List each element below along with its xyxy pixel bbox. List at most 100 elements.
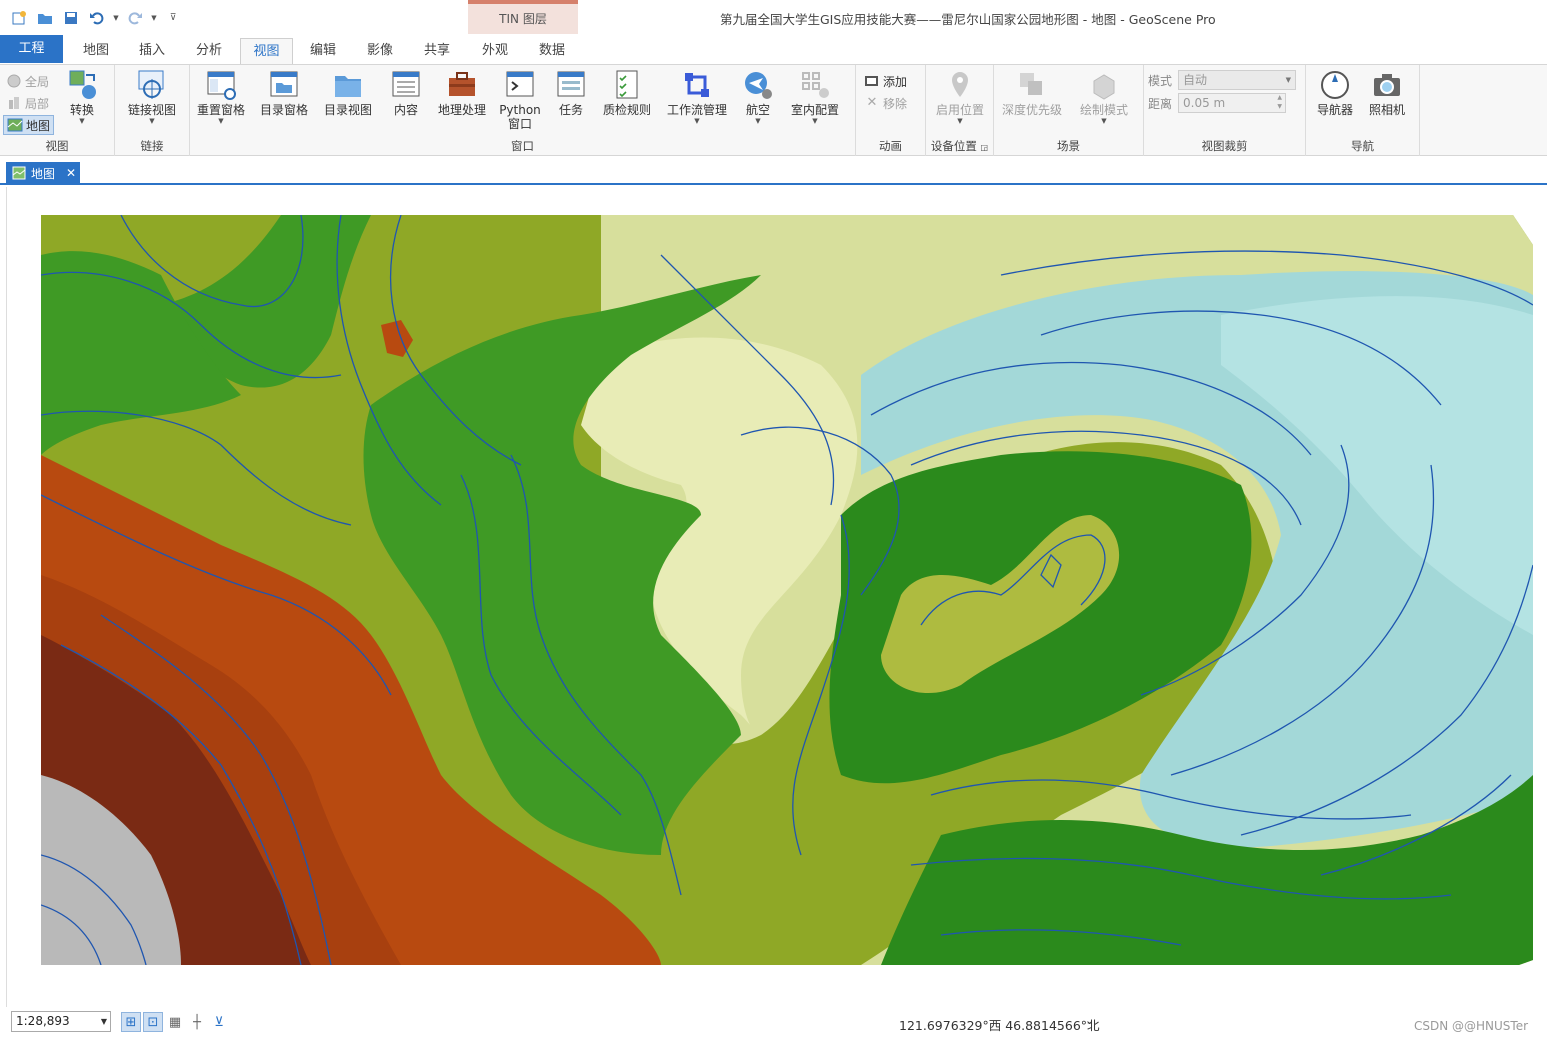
quality-rules-button[interactable]: 质检规则: [598, 69, 656, 117]
grid-button[interactable]: ▦: [165, 1012, 185, 1032]
enable-location-button[interactable]: 启用位置 ▼: [932, 69, 988, 125]
indoor-config-icon: [802, 72, 829, 98]
catalog-pane-icon: [270, 71, 298, 97]
dropdown-arrow-icon: ▼: [149, 117, 155, 125]
quick-access-toolbar: ▼ ▼ ⊽: [8, 8, 184, 28]
aviation-button[interactable]: 航空 ▼: [738, 69, 778, 125]
tab-map[interactable]: 地图: [70, 38, 122, 64]
open-project-icon[interactable]: [34, 8, 56, 28]
workflow-manager-button[interactable]: 工作流管理 ▼: [664, 69, 730, 125]
group-label-link: 链接: [140, 139, 164, 153]
contents-button[interactable]: 内容: [386, 69, 426, 117]
status-bar: 1:28,893 ▼ ⊞ ⊡ ▦ ┼ ⊻ 121.6976329°西 46.88…: [0, 1007, 1547, 1041]
document-tab-bar: 地图 ✕: [0, 157, 1547, 185]
tab-share[interactable]: 共享: [411, 38, 463, 64]
clip-mode-select[interactable]: 自动 ▼: [1178, 70, 1296, 90]
snapping-button[interactable]: ⊞: [121, 1012, 141, 1032]
tab-imagery[interactable]: 影像: [354, 38, 406, 64]
camera-icon: [1374, 74, 1400, 96]
draw-mode-button[interactable]: 绘制模式 ▼: [1072, 69, 1136, 125]
add-animation-button[interactable]: 添加: [864, 71, 907, 91]
group-label-device: 设备位置 ◲: [930, 139, 989, 153]
link-views-button[interactable]: 链接视图 ▼: [121, 69, 183, 125]
scene-group: 深度优先级 绘制模式 ▼ 场景: [994, 65, 1144, 156]
redo-icon[interactable]: [124, 8, 146, 28]
navigator-button[interactable]: 导航器: [1310, 69, 1360, 117]
dropdown-arrow-icon: ▼: [79, 117, 85, 125]
checklist-icon: [616, 70, 638, 99]
title-bar: ▼ ▼ ⊽ 第九届全国大学生GIS应用技能大赛——雷尼尔山国家公园地形图 - 地…: [0, 0, 1547, 34]
close-tab-icon[interactable]: ✕: [66, 166, 76, 180]
dropdown-arrow-icon: ▼: [218, 117, 224, 125]
catalog-pane-button[interactable]: 目录窗格: [256, 69, 312, 117]
python-window-button[interactable]: Python 窗口: [496, 69, 544, 131]
new-project-icon[interactable]: [8, 8, 30, 28]
link-group: 链接视图 ▼ 链接: [115, 65, 190, 156]
map-view-button[interactable]: 地图: [3, 115, 55, 135]
tab-analysis[interactable]: 分析: [183, 38, 235, 64]
group-label-navigation: 导航: [1351, 139, 1374, 153]
correction-button[interactable]: ┼: [187, 1012, 207, 1032]
save-project-icon[interactable]: [60, 8, 82, 28]
clip-distance-input[interactable]: 0.05 m ▲ ▼: [1178, 93, 1286, 113]
animation-group: 添加 ✕ 移除 动画: [856, 65, 926, 156]
tab-data[interactable]: 数据: [526, 38, 578, 64]
tab-view[interactable]: 视图: [240, 38, 293, 64]
buildings-icon: [9, 97, 19, 109]
device-location-group: 启用位置 ▼ 设备位置 ◲: [926, 65, 994, 156]
group-label-scene: 场景: [1057, 139, 1080, 153]
window-title: 第九届全国大学生GIS应用技能大赛——雷尼尔山国家公园地形图 - 地图 - Ge…: [720, 12, 1216, 27]
dropdown-arrow-icon: ▼: [812, 117, 818, 125]
constraints-button[interactable]: ⊡: [143, 1012, 163, 1032]
reset-panes-button[interactable]: 重置窗格 ▼: [194, 69, 248, 125]
undo-dropdown-icon[interactable]: ▼: [112, 8, 120, 28]
redo-dropdown-icon[interactable]: ▼: [150, 8, 158, 28]
ribbon-tabs: 工程 地图 插入 分析 视图 编辑 影像 共享 外观 数据: [0, 34, 1547, 93]
remove-animation-button[interactable]: ✕ 移除: [864, 93, 907, 113]
dropdown-arrow-icon: ▼: [957, 117, 963, 125]
context-group-label: TIN 图层: [499, 12, 547, 26]
customize-toolbar-icon[interactable]: ⊽: [162, 8, 184, 28]
aviation-icon: [745, 72, 772, 99]
catalog-view-icon: [335, 76, 361, 97]
chevron-down-icon: ▼: [100, 1017, 107, 1026]
pause-drawing-icon: ⊻: [214, 1014, 224, 1030]
navigation-group: 导航器 照相机 导航: [1306, 65, 1420, 156]
snapping-icon: ⊞: [125, 1014, 137, 1030]
watermark: CSDN @@HNUSTer: [1414, 1019, 1529, 1033]
tasks-button[interactable]: 任务: [550, 69, 592, 117]
map-view[interactable]: [6, 187, 1547, 1007]
map-document-tab[interactable]: 地图 ✕: [6, 162, 80, 184]
group-label-animation: 动画: [879, 139, 902, 153]
stepper-icon[interactable]: ▲ ▼: [1277, 93, 1282, 111]
pause-drawing-button[interactable]: ⊻: [209, 1012, 229, 1032]
tab-appearance[interactable]: 外观: [469, 38, 521, 64]
tab-edit[interactable]: 编辑: [297, 38, 349, 64]
grid-icon: ▦: [168, 1014, 182, 1030]
link-views-icon: [138, 70, 164, 99]
dialog-launcher-icon[interactable]: ◲: [981, 143, 989, 152]
clip-mode-label: 模式: [1148, 74, 1173, 88]
convert-icon: [69, 70, 96, 99]
chevron-down-icon: ▼: [1285, 76, 1291, 84]
terrain-map[interactable]: [41, 215, 1533, 965]
map-icon: [12, 166, 26, 180]
catalog-view-button[interactable]: 目录视图: [320, 69, 376, 117]
local-view-button[interactable]: 局部: [6, 93, 49, 113]
geoprocessing-button[interactable]: 地理处理: [434, 69, 490, 117]
globe-icon: [7, 74, 21, 88]
dropdown-arrow-icon: ▼: [755, 117, 761, 125]
tab-project[interactable]: 工程: [0, 35, 63, 63]
scale-select[interactable]: 1:28,893 ▼: [11, 1011, 111, 1032]
coordinate-readout: 121.6976329°西 46.8814566°北: [899, 1018, 1100, 1033]
undo-icon[interactable]: [86, 8, 108, 28]
tab-insert[interactable]: 插入: [126, 38, 178, 64]
camera-button[interactable]: 照相机: [1362, 69, 1412, 117]
global-view-button[interactable]: 全局: [6, 71, 49, 91]
coordinate-format-dropdown[interactable]: ⌄: [1085, 1014, 1094, 1027]
convert-button[interactable]: 转换 ▼: [62, 69, 102, 125]
close-icon: ✕: [866, 95, 878, 110]
location-pin-icon: [952, 72, 968, 97]
depth-priority-button[interactable]: 深度优先级: [998, 69, 1066, 117]
indoor-config-button[interactable]: 室内配置 ▼: [786, 69, 844, 125]
